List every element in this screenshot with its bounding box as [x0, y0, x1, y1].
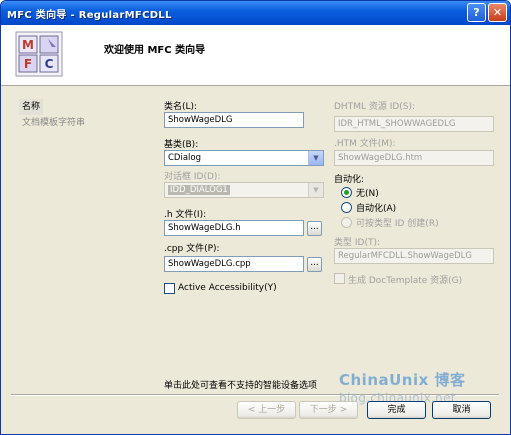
smart-device-options-link[interactable]: 单击此处可查看不支持的智能设备选项: [164, 378, 317, 391]
type-id-input: RegularMFCDLL.ShowWageDLG: [334, 248, 494, 264]
close-button[interactable]: ✕: [488, 3, 507, 22]
next-button[interactable]: 下一步 >: [299, 401, 358, 419]
window-title: MFC 类向导 - RegularMFCDLL: [7, 10, 172, 21]
base-class-select[interactable]: CDialog ▼: [164, 150, 324, 166]
htm-file-label: .HTM 文件(M):: [334, 139, 396, 149]
dhtml-resource-id-label: DHTML 资源 ID(S):: [334, 102, 416, 112]
close-icon: ✕: [492, 6, 503, 19]
cpp-file-label: .cpp 文件(P):: [164, 244, 220, 254]
active-accessibility-label: Active Accessibility(Y): [178, 283, 277, 293]
automation-none-label: 无(N): [356, 189, 379, 199]
chevron-down-icon: ▼: [308, 183, 323, 197]
back-button[interactable]: < 上一步: [237, 401, 296, 419]
sidebar-item-name[interactable]: 名称: [19, 99, 44, 115]
dialog-id-value: IDD_DIALOG1: [168, 185, 230, 195]
dialog-id-label: 对话框 ID(D):: [164, 172, 221, 182]
h-file-input[interactable]: ShowWageDLG.h: [164, 220, 304, 236]
header-title: 欢迎使用 MFC 类向导: [104, 45, 206, 56]
active-accessibility-checkbox[interactable]: [164, 283, 175, 294]
watermark-main: ChinaUnix 博客: [339, 371, 466, 389]
watermark: ChinaUnix 博客 blog.chinaunix.net: [339, 369, 466, 405]
h-file-label: .h 文件(I):: [164, 210, 207, 220]
h-file-browse-button[interactable]: ...: [307, 221, 322, 236]
class-name-label: 类名(L):: [164, 102, 198, 112]
dialog-id-select: IDD_DIALOG1 ▼: [164, 182, 324, 198]
class-name-input[interactable]: ShowWageDLG: [164, 112, 304, 128]
doctemplate-label: 生成 DocTemplate 资源(G): [348, 276, 463, 286]
htm-file-input: ShowWageDLG.htm: [334, 150, 494, 166]
wizard-header: M F C 欢迎使用 MFC 类向导: [1, 25, 510, 86]
automation-automation-label: 自动化(A): [356, 204, 397, 214]
dhtml-resource-id-input: IDR_HTML_SHOWWAGEDLG: [334, 116, 494, 132]
cancel-button[interactable]: 取消: [432, 401, 491, 419]
finish-button[interactable]: 完成: [367, 401, 426, 419]
cpp-file-input[interactable]: ShowWageDLG.cpp: [164, 256, 304, 272]
title-bar[interactable]: MFC 类向导 - RegularMFCDLL ? ✕: [1, 1, 510, 25]
logo-letter-c: C: [45, 57, 54, 71]
doctemplate-checkbox: [334, 273, 345, 284]
logo-letter-f: F: [24, 57, 32, 71]
footer-divider: [11, 394, 499, 396]
automation-createable-label: 可按类型 ID 创建(R): [356, 219, 439, 229]
base-class-label: 基类(B):: [164, 140, 199, 150]
chevron-down-icon: ▼: [308, 151, 323, 165]
automation-createable-radio: [341, 217, 352, 228]
automation-automation-radio[interactable]: [341, 202, 352, 213]
automation-label: 自动化:: [334, 175, 365, 185]
base-class-value: CDialog: [168, 153, 202, 163]
type-id-label: 类型 ID(T):: [334, 238, 380, 248]
wizard-window: MFC 类向导 - RegularMFCDLL ? ✕ M F C 欢迎使用 M…: [0, 0, 511, 435]
logo-letter-m: M: [22, 38, 34, 52]
help-icon: ?: [473, 6, 480, 19]
cpp-file-browse-button[interactable]: ...: [307, 257, 322, 272]
mfc-logo-icon: M F C: [15, 31, 63, 77]
sidebar: 名称 文档模板字符串: [19, 99, 139, 131]
help-button[interactable]: ?: [467, 3, 486, 22]
sidebar-item-doc-template-strings[interactable]: 文档模板字符串: [19, 115, 139, 131]
automation-none-radio[interactable]: [341, 187, 352, 198]
